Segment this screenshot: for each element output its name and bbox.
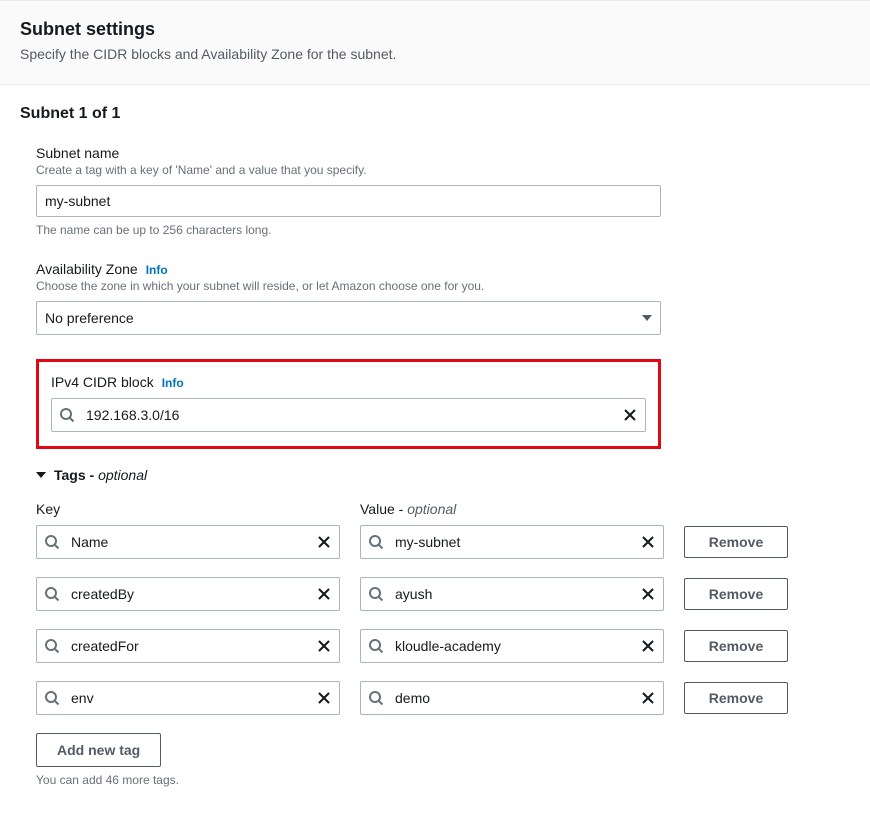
chevron-down-icon [642, 315, 652, 321]
subnet-name-label: Subnet name [36, 145, 661, 161]
tags-header: Key Value - optional [36, 501, 796, 517]
remove-tag-button[interactable]: Remove [684, 578, 788, 610]
tag-value-input[interactable] [360, 577, 664, 611]
tag-value-input[interactable] [360, 629, 664, 663]
tag-key-input[interactable] [36, 681, 340, 715]
tag-row: Remove [36, 681, 796, 715]
clear-icon[interactable] [316, 586, 332, 602]
page-description: Specify the CIDR blocks and Availability… [20, 46, 850, 62]
cidr-field-highlight: IPv4 CIDR block Info [36, 359, 661, 449]
tags-value-header: Value - [360, 501, 407, 517]
subnet-counter: Subnet 1 of 1 [20, 105, 850, 123]
remove-tag-button[interactable]: Remove [684, 526, 788, 558]
settings-header: Subnet settings Specify the CIDR blocks … [0, 0, 870, 85]
tags-value-optional: optional [407, 501, 456, 517]
clear-icon[interactable] [640, 638, 656, 654]
subnet-section: Subnet 1 of 1 Subnet name Create a tag w… [0, 85, 870, 807]
tags-grid: Key Value - optional Remove Remove Remove R… [36, 501, 796, 715]
tag-value-input[interactable] [360, 681, 664, 715]
subnet-name-field: Subnet name Create a tag with a key of '… [36, 145, 661, 237]
availability-zone-description: Choose the zone in which your subnet wil… [36, 279, 661, 293]
tag-row: Remove [36, 525, 796, 559]
clear-icon[interactable] [622, 407, 638, 423]
clear-icon[interactable] [316, 534, 332, 550]
clear-icon[interactable] [640, 690, 656, 706]
availability-zone-select[interactable]: No preference [36, 301, 661, 335]
subnet-name-description: Create a tag with a key of 'Name' and a … [36, 163, 661, 177]
tag-row: Remove [36, 629, 796, 663]
page-title: Subnet settings [20, 19, 850, 40]
add-tag-section: Add new tag You can add 46 more tags. [36, 733, 850, 787]
tags-key-header: Key [36, 501, 340, 517]
tag-key-input[interactable] [36, 577, 340, 611]
tag-value-input[interactable] [360, 525, 664, 559]
clear-icon[interactable] [640, 534, 656, 550]
clear-icon[interactable] [640, 586, 656, 602]
clear-icon[interactable] [316, 690, 332, 706]
cidr-info-link[interactable]: Info [162, 376, 184, 390]
remove-tag-button[interactable]: Remove [684, 630, 788, 662]
subnet-name-hint: The name can be up to 256 characters lon… [36, 223, 661, 237]
subnet-name-input[interactable] [36, 185, 661, 217]
tags-label: Tags - [54, 467, 98, 483]
clear-icon[interactable] [316, 638, 332, 654]
availability-zone-info-link[interactable]: Info [146, 263, 168, 277]
tag-key-input[interactable] [36, 629, 340, 663]
availability-zone-selected: No preference [45, 310, 134, 326]
tag-row: Remove [36, 577, 796, 611]
cidr-label: IPv4 CIDR block [51, 374, 154, 390]
availability-zone-label: Availability Zone [36, 261, 138, 277]
tag-key-input[interactable] [36, 525, 340, 559]
add-tag-hint: You can add 46 more tags. [36, 773, 850, 787]
availability-zone-field: Availability Zone Info Choose the zone i… [36, 261, 661, 335]
remove-tag-button[interactable]: Remove [684, 682, 788, 714]
caret-down-icon [36, 472, 46, 478]
add-tag-button[interactable]: Add new tag [36, 733, 161, 767]
tags-toggle[interactable]: Tags - optional [36, 467, 850, 483]
tags-optional: optional [98, 467, 147, 483]
cidr-input[interactable] [51, 398, 646, 432]
